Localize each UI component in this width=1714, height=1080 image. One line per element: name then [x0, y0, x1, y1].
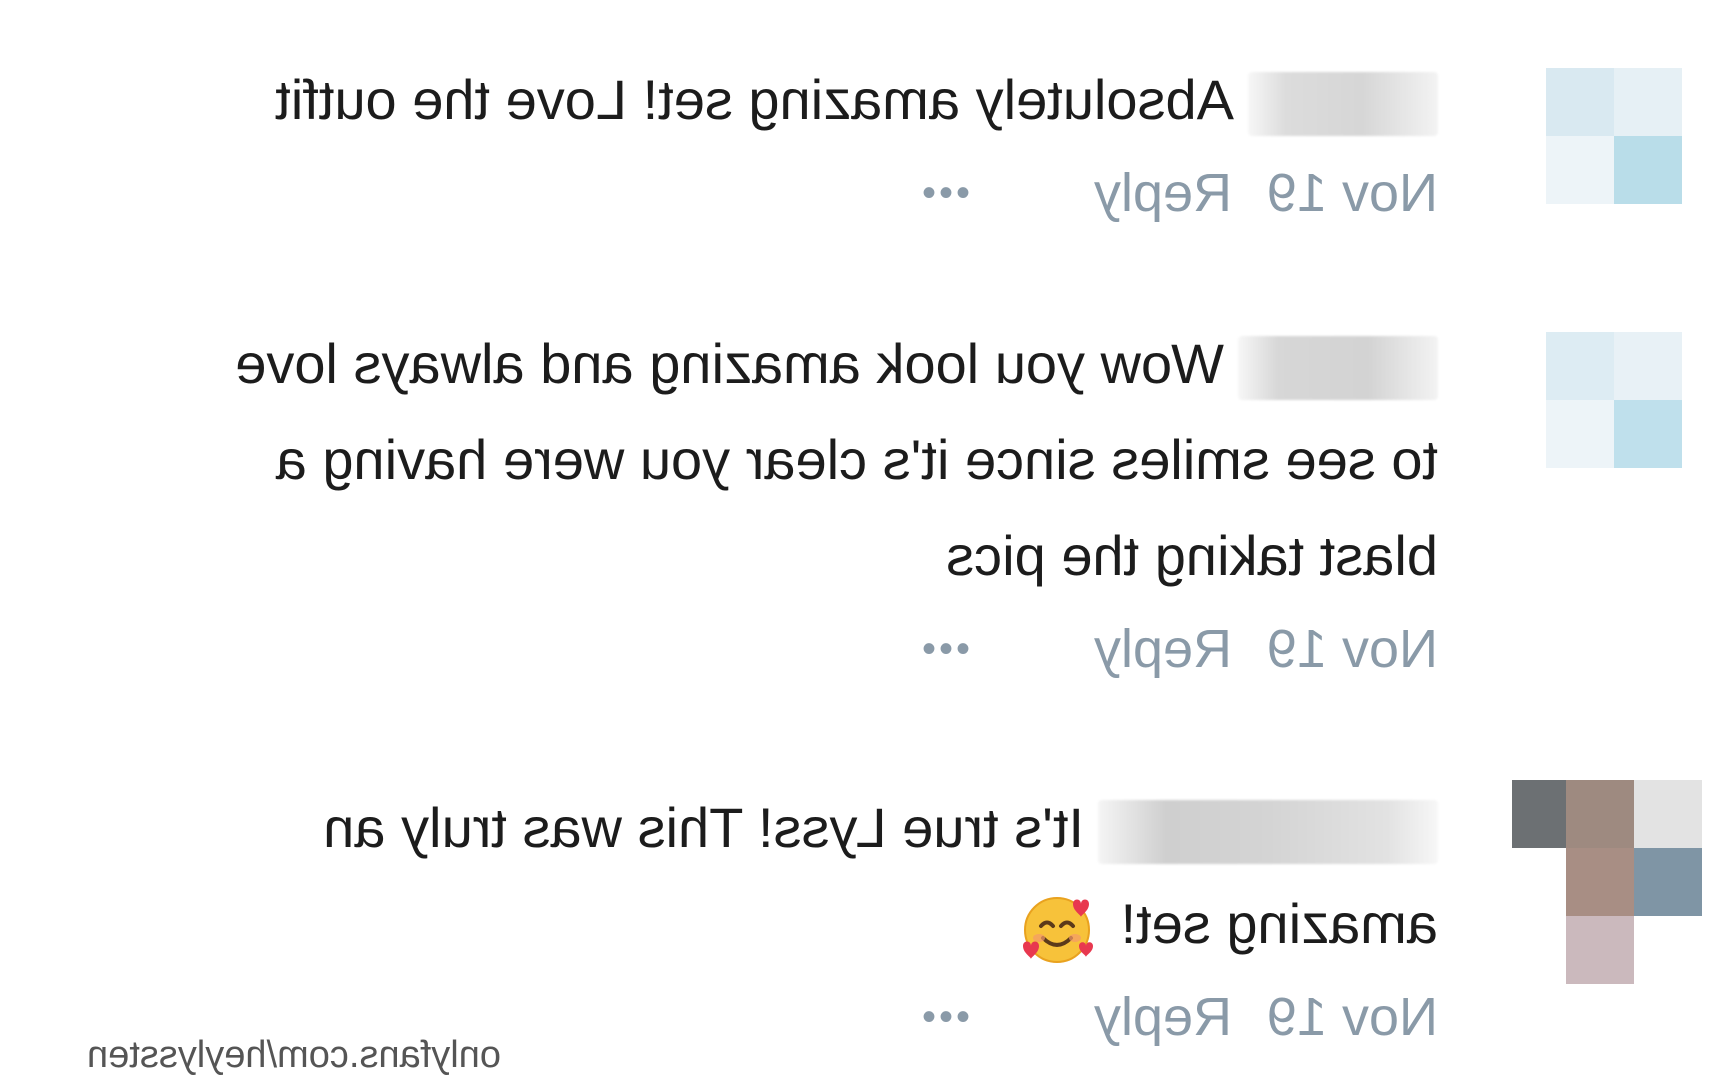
- comment-text-line: to see smiles since it's clear you were …: [275, 428, 1438, 491]
- comment-text-line: blast taking the pics: [946, 524, 1438, 587]
- comment-meta: Nov 19 Reply •••: [28, 158, 1438, 228]
- comments-panel: Absolutely amazing set! Love the outfit …: [0, 0, 1714, 1080]
- comment-body: It's true Lyss! This was truly an amazin…: [28, 780, 1438, 1052]
- reply-button[interactable]: Reply: [970, 986, 1232, 1048]
- avatar[interactable]: [1512, 322, 1712, 482]
- comment-date: Nov 19: [1266, 619, 1438, 679]
- more-options-icon[interactable]: •••: [919, 171, 970, 216]
- comment-text: amazing set!: [28, 876, 1438, 972]
- reply-button[interactable]: Reply: [970, 162, 1232, 224]
- comment-text-line: Wow you look amazing and always love: [235, 332, 1224, 395]
- comment-body: Absolutely amazing set! Love the outfit …: [28, 52, 1438, 228]
- avatar[interactable]: [1512, 58, 1712, 218]
- comment-body: Wow you look amazing and always love to …: [28, 316, 1438, 684]
- username-redacted[interactable]: [1238, 336, 1438, 401]
- comment-text: It's true Lyss! This was truly an: [28, 780, 1438, 876]
- reply-button[interactable]: Reply: [970, 618, 1232, 680]
- username-redacted[interactable]: [1098, 800, 1438, 865]
- comment-date: Nov 19: [1266, 163, 1438, 223]
- comment-text-line: Absolutely amazing set! Love the outfit: [275, 68, 1234, 131]
- comment-text-line: amazing set!: [1120, 892, 1439, 955]
- more-options-icon[interactable]: •••: [919, 627, 970, 672]
- comment-meta: Nov 19 Reply •••: [28, 614, 1438, 684]
- avatar[interactable]: [1512, 752, 1712, 992]
- smiling-face-with-hearts-icon: [1019, 890, 1095, 966]
- comment-text: Wow you look amazing and always love: [28, 316, 1438, 412]
- watermark: onlyfans.com/heylyssten: [87, 1034, 501, 1076]
- more-options-icon[interactable]: •••: [919, 995, 970, 1040]
- comment-date: Nov 19: [1266, 987, 1438, 1047]
- comment-text: Absolutely amazing set! Love the outfit: [28, 52, 1438, 148]
- username-redacted[interactable]: [1248, 72, 1438, 137]
- comment-text-line: It's true Lyss! This was truly an: [323, 796, 1084, 859]
